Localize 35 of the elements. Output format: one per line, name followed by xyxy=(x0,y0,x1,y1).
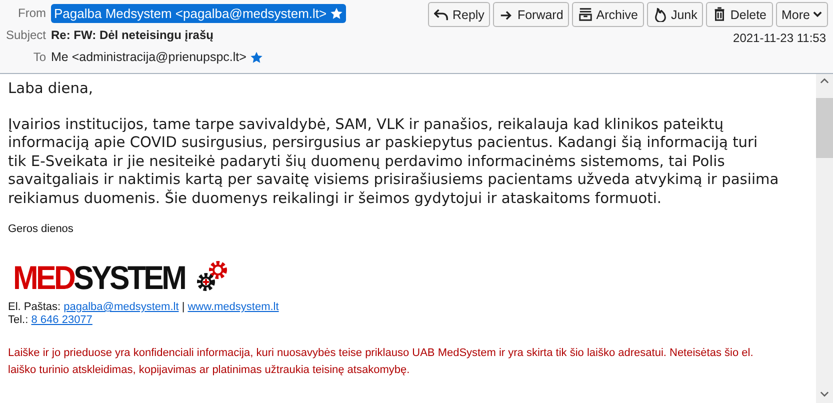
phone-link[interactable]: 8 646 23077 xyxy=(31,314,92,326)
reply-button[interactable]: Reply xyxy=(428,2,490,27)
date-text: 2021-11-23 11:53 xyxy=(733,31,826,45)
disclaimer-text: Laiške ir jo prieduose yra konfidenciali informacija, kuri nuosavybės teise priklauso UAB MedSystem ir yra skirta tik šio laiško adresatui. Neteisėtas šio el. laiško turinio atskleidimas, kopijavimas ar platinimas užtraukia teisinę atsakomybę. xyxy=(8,346,754,378)
delete-button[interactable]: Delete xyxy=(706,2,773,27)
website-link[interactable]: www.medsystem.lt xyxy=(188,301,279,313)
subject-text: Re: FW: Dėl neteisingu įrašų xyxy=(51,28,214,42)
closing-text: Geros dienos xyxy=(8,223,74,235)
recipient[interactable]: Me <administracija@prienupspc.lt> xyxy=(51,50,246,64)
company-logo: MEDSYSTEM xyxy=(13,259,185,297)
scroll-up-icon[interactable] xyxy=(820,78,829,84)
separator-text: | xyxy=(182,301,185,313)
flame-icon xyxy=(652,7,668,22)
message-paragraph: Įvairios institucijos, tame tarpe savivaldybė, SAM, VLK ir panašios, reikalauja kad klinikos pateiktų informaciją apie COVID susirgusius, persirgusius ar paskiepytus pacientus. Kadangi šią informaciją turi tik E-Sveikata ir jie nesiteikė padaryti šių duomenų perdavimo informacinėms sistemoms, tai Polis savaitgaliais ir naktimis kartą per savaitę visiems prisirašiusiems pacientams užveda atvykimą ir pasiima reikiamus duomenis. Šie duomenys reikalingi ir šeimos gydytojui ir ataskaitoms formuoti. xyxy=(8,116,780,208)
star-icon[interactable] xyxy=(330,6,343,20)
greeting-text: Laba diena, xyxy=(8,80,94,98)
sender-chip[interactable]: Pagalba Medsystem <pagalba@medsystem.lt> xyxy=(51,4,346,22)
scroll-down-icon[interactable] xyxy=(820,391,829,397)
to-label: To xyxy=(32,50,47,64)
from-label: From xyxy=(17,6,47,20)
archive-button[interactable]: Archive xyxy=(572,2,644,27)
phone-label: Tel.: xyxy=(8,314,28,326)
email-link[interactable]: pagalba@medsystem.lt xyxy=(64,301,179,313)
subject-label: Subject xyxy=(4,28,47,42)
forward-button[interactable]: Forward xyxy=(493,2,570,27)
junk-button[interactable]: Junk xyxy=(646,2,704,27)
more-button[interactable]: More xyxy=(776,2,828,27)
caret-icon xyxy=(813,11,822,18)
scrollbar-thumb[interactable] xyxy=(816,98,833,158)
gears-icon xyxy=(196,259,230,293)
reply-arrow-icon xyxy=(434,7,450,22)
email-label: El. Paštas: xyxy=(8,301,61,313)
star-icon[interactable] xyxy=(250,50,264,64)
archive-box-icon xyxy=(578,7,594,22)
scrollbar[interactable] xyxy=(816,74,833,403)
